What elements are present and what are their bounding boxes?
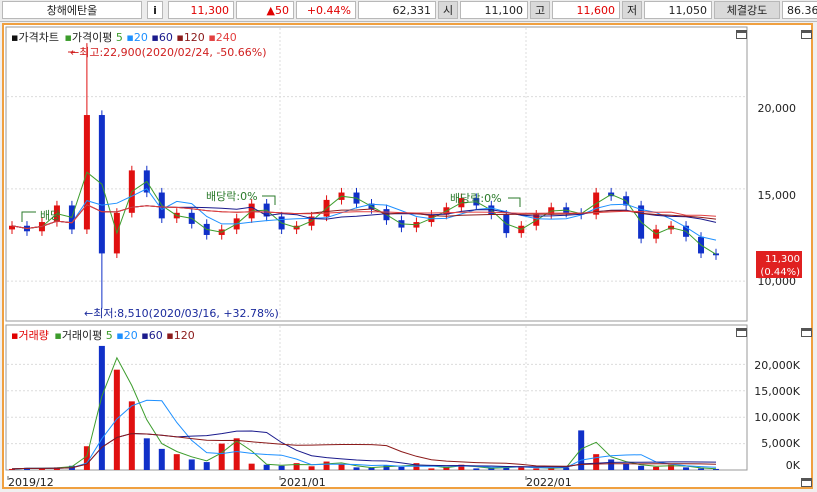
volume-bar [83,446,90,470]
volume-bar [398,466,405,470]
volume-bar [248,463,255,470]
vol-ma-legend-120[interactable]: 120 [174,329,195,342]
volume-bar [638,465,645,470]
volume-side-maximize-icon[interactable] [801,328,812,337]
price-ma-label: 가격이평 [71,31,113,44]
price-pane[interactable] [5,26,748,322]
current-price-tag-value: 11,300 [765,254,800,265]
volume-pane-title: ▪거래량 ▪거래이평 5 ▪20 ▪60 ▪120 [11,329,195,342]
volume-bar [698,468,705,470]
volume-bar [128,401,135,470]
dividend-marker: 배당락:0% [450,192,502,205]
ma-legend-5[interactable]: 5 [116,31,123,44]
price-title-label: 가격차트 [18,31,59,44]
volume-bar [653,466,660,470]
volume-bar [263,464,270,470]
volume-bar [308,466,315,470]
volume-bar [278,465,285,470]
bottom-maximize-icon[interactable] [801,478,812,487]
volume-bar [338,464,345,470]
vol-ma-legend-60[interactable]: 60 [149,329,163,342]
price-pane-maximize-icon[interactable] [736,30,747,39]
volume-bar [608,459,615,470]
y-tick-label: 20,000 [758,102,797,115]
volume-bar [473,468,480,470]
volume-bar [353,467,360,470]
volume-bar [383,465,390,470]
candle-body [713,253,719,256]
volume-bar [683,467,690,470]
volume-bar [623,463,630,470]
volume-bar [593,454,600,470]
volume-tick-label: 0K [786,459,801,472]
volume-pane-maximize-icon[interactable] [736,328,747,337]
volume-bar [98,345,105,470]
volume-bar [428,468,435,470]
volume-bar [323,461,330,470]
x-axis-label: 2022/01 [526,476,572,489]
volume-ma-label: 거래이평 [61,329,103,342]
ma-legend-20[interactable]: 20 [134,31,148,44]
volume-title-label: 거래량 [18,329,49,342]
volume-bar [173,454,180,470]
vol-ma-legend-20[interactable]: 20 [124,329,138,342]
volume-bar [713,468,719,470]
volume-bar [368,467,375,470]
volume-bar [533,468,540,470]
dividend-marker: 배당 [40,209,60,222]
ma-legend-240[interactable]: 240 [216,31,237,44]
ma-legend-120[interactable]: 120 [184,31,205,44]
volume-tick-label: 15,000K [754,385,800,398]
dividend-marker: 배당락:0% [206,190,258,203]
volume-tick-label: 5,000K [761,437,800,450]
price-pane-title: ▪가격차트 ▪가격이평 5 ▪20 ▪60 ▪120 ▪240 [11,31,237,44]
volume-bar [158,448,165,470]
y-tick-label: 15,000 [758,189,797,202]
high-annotation: ←최고:22,900(2020/02/24, -50.66%) [70,46,267,59]
ma-legend-marker: ▪ [64,31,72,44]
volume-bar [143,438,150,470]
current-price-tag-pct: (0.44%) [760,267,800,278]
volume-bar [203,462,210,470]
x-axis-label: 2019/12 [8,476,54,489]
volume-tick-label: 20,000K [754,359,800,372]
volume-bar [188,459,195,470]
ma-legend-60[interactable]: 60 [159,31,173,44]
stock-chart[interactable]: 20,000 15,000 10,000 11,300 (0.44%) 20,0… [0,0,817,492]
volume-tick-label: 10,000K [754,411,800,424]
volume-bar [218,443,225,470]
vol-ma-legend-5[interactable]: 5 [106,329,113,342]
main-maximize-icon[interactable] [801,30,812,39]
x-axis-label: 2021/01 [280,476,326,489]
low-annotation: ←최저:8,510(2020/03/16, +32.78%) [84,307,279,320]
